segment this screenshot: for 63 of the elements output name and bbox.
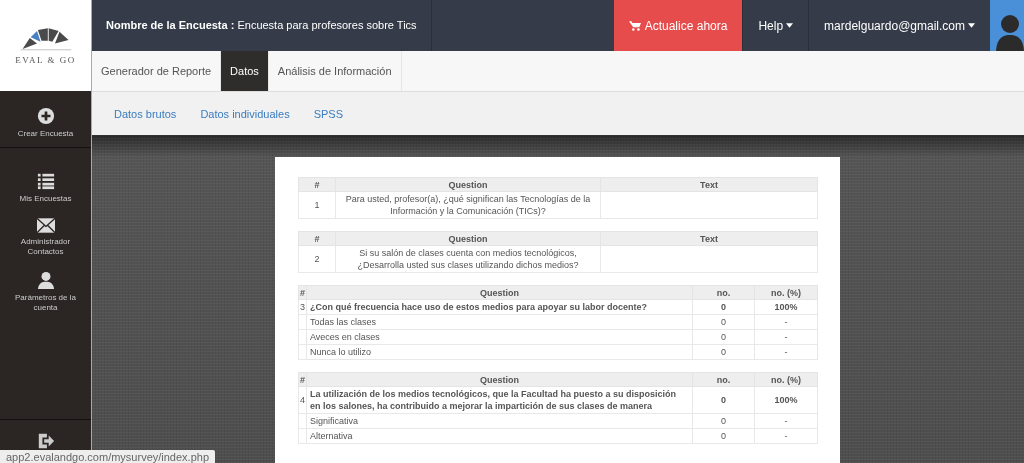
table-cell: ¿Con qué frecuencia hace uso de estos medios para apoyar su labor docente? <box>306 299 693 315</box>
caret-icon <box>786 23 794 28</box>
table-cell: 0 <box>692 329 755 345</box>
table-cell: Para usted, profesor(a), ¿qué significan las Tecnologías de la Información y la Comunicación (TICs)? <box>335 191 601 219</box>
avatar[interactable] <box>990 0 1024 51</box>
table-cell: 0 <box>692 413 755 429</box>
table-cell: - <box>754 329 818 345</box>
column-header: Question <box>335 177 601 192</box>
table-cell: 0 <box>692 314 755 330</box>
table-cell: Todas las clases <box>306 314 693 330</box>
table-cell: La utilización de los medios tecnológicos, que la Facultad ha puesto a su disposición en los salones, ha contribuido a mejorar la impartición de sus clases de manera <box>306 386 693 414</box>
table-cell: 3 <box>298 299 307 315</box>
column-header: no. (%) <box>754 372 818 387</box>
sidebar-item[interactable]: Crear Encuesta <box>17 129 74 139</box>
table-cell: - <box>754 413 818 429</box>
column-header: Question <box>306 285 693 300</box>
table-cell: Alternativa <box>306 428 693 444</box>
table-cell: 1 <box>298 191 336 219</box>
sidebar-item[interactable]: Mis Encuestas <box>19 194 72 204</box>
column-header: Question <box>335 231 601 246</box>
table-cell: Si su salón de clases cuenta con medios tecnológicos, ¿Desarrolla usted sus clases utilizando dichos medios? <box>335 245 601 273</box>
table-cell: - <box>754 314 818 330</box>
upgrade-button[interactable]: Actualice ahora <box>613 0 743 51</box>
cart-icon <box>628 20 641 31</box>
logout-icon[interactable] <box>36 432 55 450</box>
column-header: # <box>298 177 336 192</box>
table-cell: 100% <box>754 299 818 315</box>
column-header: no. <box>692 372 755 387</box>
list-icon <box>36 172 55 190</box>
column-header: no. (%) <box>754 285 818 300</box>
tab[interactable]: Datos <box>221 51 269 91</box>
table-cell: 0 <box>692 344 755 360</box>
mail-icon <box>36 218 55 233</box>
table-cell: 4 <box>298 386 307 414</box>
table-cell: 0 <box>692 386 755 414</box>
subnav-link[interactable]: Datos individuales <box>200 107 290 120</box>
sidebar-item[interactable]: Administrador Contactos <box>5 237 86 257</box>
column-header: # <box>298 285 307 300</box>
column-header: Question <box>306 372 693 387</box>
table-cell: 0 <box>692 428 755 444</box>
column-header: # <box>298 372 307 387</box>
table-cell: Aveces en clases <box>306 329 693 345</box>
table-cell: - <box>754 428 818 444</box>
column-header: Text <box>600 177 818 192</box>
column-header: no. <box>692 285 755 300</box>
plus-icon <box>36 107 55 125</box>
caret-icon <box>968 23 975 28</box>
person-icon <box>36 271 55 289</box>
table-cell: - <box>754 344 818 360</box>
table-cell: Significativa <box>306 413 693 429</box>
subnav-link[interactable]: Datos brutos <box>114 107 177 120</box>
sidebar-item[interactable]: Parámetros de la cuenta <box>5 293 86 313</box>
table-cell: 2 <box>298 245 336 273</box>
table-cell: 0 <box>692 299 755 315</box>
logo-text: EVAL & GO <box>15 54 76 65</box>
table-cell: 100% <box>754 386 818 414</box>
column-header: Text <box>600 231 818 246</box>
column-header: # <box>298 231 336 246</box>
status-bar: app2.evalandgo.com/mysurvey/index.php <box>0 450 215 463</box>
table-cell: Nunca lo utilizo <box>306 344 693 360</box>
logo-icon <box>18 26 73 51</box>
subnav-link[interactable]: SPSS <box>313 107 343 120</box>
tab[interactable]: Análisis de Información <box>268 51 402 91</box>
